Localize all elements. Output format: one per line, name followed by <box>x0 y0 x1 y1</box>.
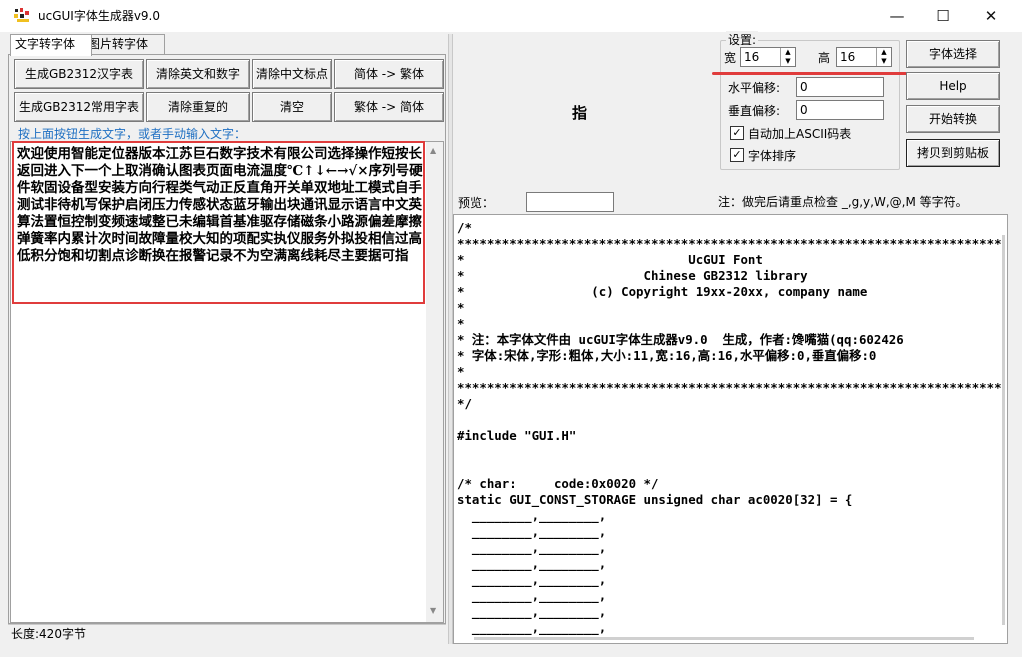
width-label: 宽 <box>724 51 737 65</box>
simp-to-trad-button[interactable]: 简体 -> 繁体 <box>334 59 444 89</box>
text-input-area[interactable]: 欢迎使用智能定位器版本江苏巨石数字技术有限公司选择操作短按长返回进入下一个上取消… <box>10 141 444 623</box>
copy-to-clipboard-button[interactable]: 拷贝到剪贴板 <box>906 139 1000 167</box>
v-offset-input[interactable]: 0 <box>796 100 884 120</box>
preview-input[interactable] <box>526 192 614 212</box>
height-label: 高 <box>818 51 831 65</box>
gen-gb2312-button[interactable]: 生成GB2312汉字表 <box>14 59 144 89</box>
highlight-underline <box>712 72 918 75</box>
height-spinner[interactable]: 16 ▲ ▼ <box>836 47 892 67</box>
spin-up-icon[interactable]: ▲ <box>877 48 891 57</box>
spin-down-icon[interactable]: ▼ <box>781 57 795 66</box>
settings-group-label: 设置: <box>726 31 759 48</box>
start-convert-button[interactable]: 开始转换 <box>906 105 1000 133</box>
window-title: ucGUI字体生成器v9.0 <box>38 9 161 23</box>
input-text[interactable]: 欢迎使用智能定位器版本江苏巨石数字技术有限公司选择操作短按长返回进入下一个上取消… <box>17 146 423 265</box>
tab-text-to-font[interactable]: 文字转字体 <box>10 34 92 56</box>
preview-label: 预览： <box>458 196 495 210</box>
width-spinner[interactable]: 16 ▲ ▼ <box>740 47 796 67</box>
sort-checkbox[interactable]: ✓ <box>730 148 744 162</box>
sort-label: 字体排序 <box>748 149 797 163</box>
maximize-button[interactable]: ☐ <box>920 0 966 32</box>
width-value[interactable]: 16 <box>744 50 759 64</box>
app-icon <box>14 8 32 24</box>
code-text[interactable]: /* *************************************… <box>457 220 1002 636</box>
spin-up-icon[interactable]: ▲ <box>781 48 795 57</box>
clear-en-num-button[interactable]: 清除英文和数字 <box>146 59 250 89</box>
text-input-scrollbar[interactable]: ▲ ▼ <box>426 142 443 622</box>
h-offset-label: 水平偏移: <box>728 81 781 95</box>
clear-duplicates-button[interactable]: 清除重复的 <box>146 92 250 122</box>
close-button[interactable]: ✕ <box>968 0 1014 32</box>
auto-ascii-label: 自动加上ASCII码表 <box>748 127 852 141</box>
clear-button[interactable]: 清空 <box>252 92 332 122</box>
auto-ascii-checkbox[interactable]: ✓ <box>730 126 744 140</box>
scroll-up-icon[interactable]: ▲ <box>430 146 436 155</box>
font-select-button[interactable]: 字体选择 <box>906 40 1000 68</box>
h-offset-input[interactable]: 0 <box>796 77 884 97</box>
clear-cn-punct-button[interactable]: 清除中文标点 <box>252 59 332 89</box>
spin-down-icon[interactable]: ▼ <box>877 57 891 66</box>
width-spinner-arrows[interactable]: ▲ ▼ <box>780 48 795 66</box>
input-hint: 按上面按钮生成文字，或者手动输入文字： <box>18 127 247 141</box>
code-hscroll[interactable] <box>474 637 974 640</box>
title-bar: ucGUI字体生成器v9.0 — ☐ ✕ <box>0 0 1022 32</box>
code-output[interactable]: /* *************************************… <box>453 214 1008 644</box>
tab-image-to-font[interactable]: 图片转字体 <box>83 34 165 55</box>
code-vscroll[interactable] <box>1002 235 1005 625</box>
trad-to-simp-button[interactable]: 繁体 -> 简体 <box>334 92 444 122</box>
scroll-down-icon[interactable]: ▼ <box>430 606 436 615</box>
minimize-button[interactable]: — <box>874 0 920 32</box>
help-button[interactable]: Help <box>906 72 1000 100</box>
v-offset-label: 垂直偏移: <box>728 104 781 118</box>
check-note: 注：做完后请重点检查 _,g,y,W,@,M 等字符。 <box>718 195 968 209</box>
char-preview: 指 <box>572 104 588 122</box>
height-value[interactable]: 16 <box>840 50 855 64</box>
status-bar: 长度:420字节 <box>8 624 446 644</box>
gen-gb2312-common-button[interactable]: 生成GB2312常用字表 <box>14 92 144 122</box>
height-spinner-arrows[interactable]: ▲ ▼ <box>876 48 891 66</box>
